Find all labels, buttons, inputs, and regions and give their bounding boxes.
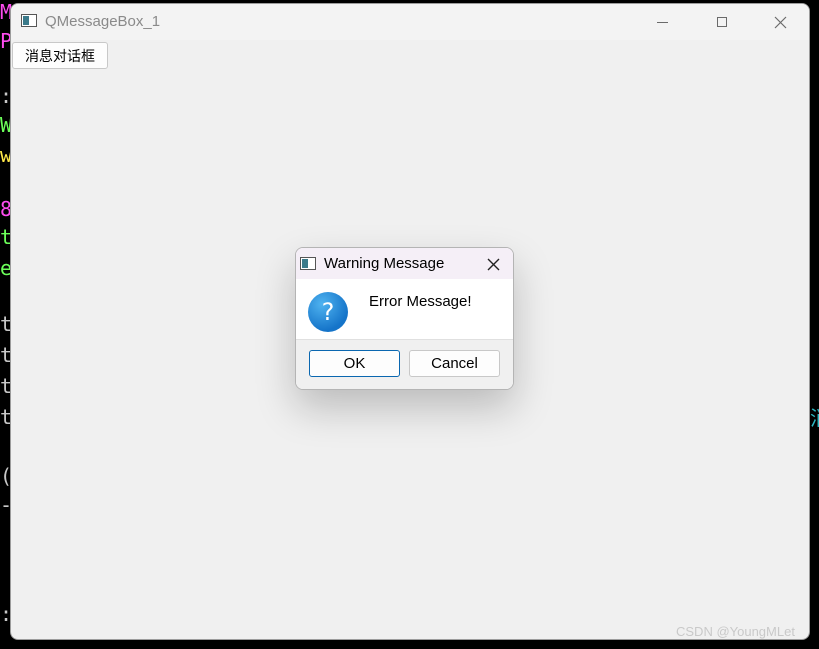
minimize-button[interactable] [639,4,685,40]
dialog-titlebar[interactable]: Warning Message [296,248,513,279]
dialog-app-icon [300,257,316,270]
dialog-body: ? Error Message! [296,279,513,339]
close-icon [487,258,499,270]
window-title: QMessageBox_1 [45,13,161,30]
message-box-dialog: Warning Message ? Error Message! OK Canc… [295,247,514,390]
minimize-icon [656,21,668,23]
message-dialog-button[interactable]: 消息对话框 [12,42,108,69]
ok-button[interactable]: OK [309,350,400,377]
terminal-char-right: 消 [810,402,819,431]
app-icon [21,14,37,27]
maximize-button[interactable] [699,4,745,40]
window-titlebar[interactable]: QMessageBox_1 [11,4,809,40]
maximize-icon [717,17,727,27]
close-button[interactable] [757,4,803,40]
question-icon: ? [308,292,348,332]
dialog-title: Warning Message [324,255,445,272]
dialog-close-button[interactable] [478,251,508,277]
close-icon [774,16,786,28]
watermark: CSDN @YoungMLet [676,624,795,639]
dialog-message: Error Message! [369,293,472,310]
cancel-button[interactable]: Cancel [409,350,500,377]
dialog-button-bar: OK Cancel [296,339,513,389]
